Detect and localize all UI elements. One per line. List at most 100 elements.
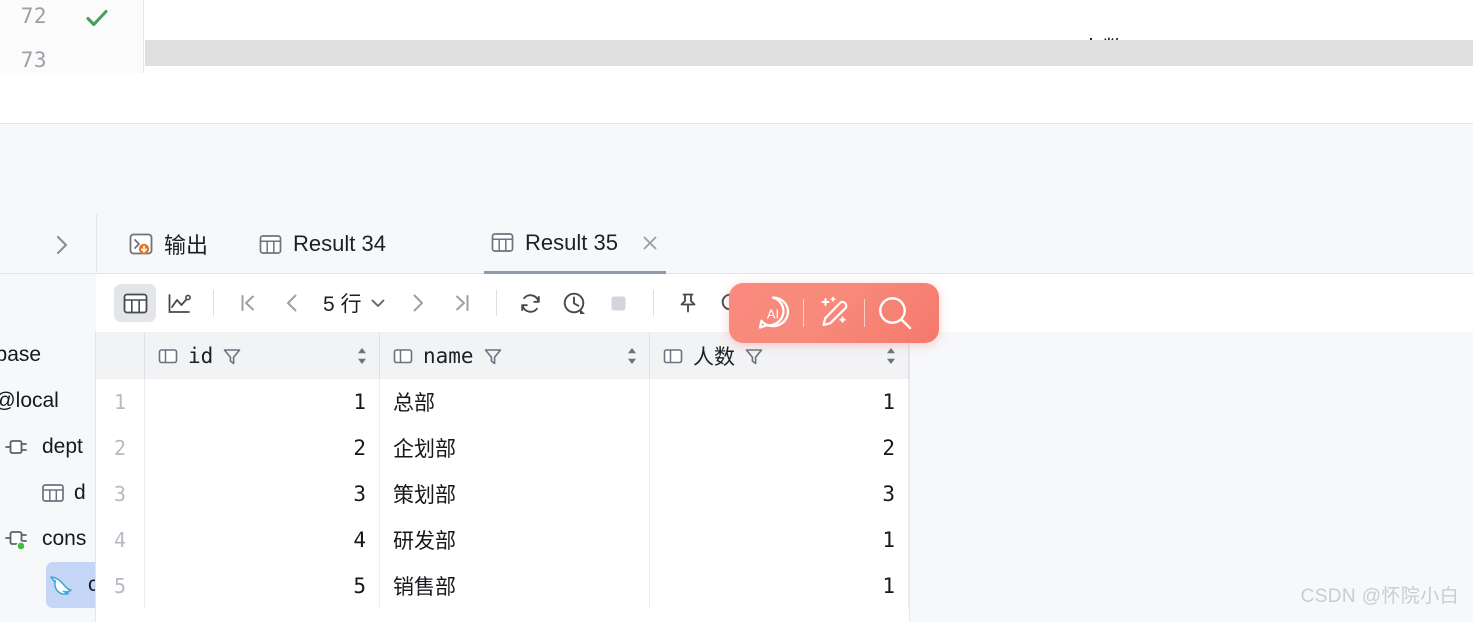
grid-view-icon[interactable] [114,284,156,322]
editor-code-area[interactable]: select * ,(select count(* )from emp wher… [145,0,1473,73]
watermark: CSDN @怀院小白 [1300,586,1459,607]
cell-name[interactable]: 销售部 [380,563,650,609]
line-number: 73 [20,48,47,72]
pin-icon[interactable] [667,284,709,322]
tree-item-label: co [88,573,95,597]
column-icon [392,345,414,367]
cell-headcount[interactable]: 1 [650,517,909,563]
cell-id[interactable]: 1 [145,379,380,425]
chevron-right-icon[interactable] [48,232,76,258]
table-row[interactable]: 5 5 销售部 1 [96,563,909,609]
cell-id[interactable]: 4 [145,517,380,563]
column-label: 人数 [693,344,735,369]
first-page-icon[interactable] [227,284,269,322]
tab-label: Result 34 [293,231,386,256]
row-number: 4 [96,517,145,563]
cell-name[interactable]: 研发部 [380,517,650,563]
tree-item-emp[interactable]: emp [4,608,95,622]
ai-assistant-pill: AI [729,283,939,343]
clock-history-icon[interactable] [554,284,596,322]
last-page-icon[interactable] [441,284,483,322]
cell-id[interactable]: 2 [145,425,380,471]
refresh-icon[interactable] [510,284,552,322]
toolbar-divider [213,290,214,316]
cell-name[interactable]: 策划部 [380,471,650,517]
column-icon [662,345,684,367]
tree-item-label: cons [42,527,87,550]
cell-name[interactable]: 企划部 [380,425,650,471]
sql-statement[interactable]: select * ,(select count(* )from emp wher… [145,2,1300,63]
cell-id[interactable]: 5 [145,563,380,609]
column-header-name[interactable]: name [380,332,650,379]
tree-item-label: ts@local [0,389,59,412]
mysql-dolphin-icon [46,572,80,598]
tab-output[interactable]: 输出 [122,214,214,274]
row-number: 5 [96,563,145,609]
column-icon [157,345,179,367]
toolbar-divider [495,290,497,316]
output-console-icon [128,231,154,257]
magic-pen-icon[interactable] [806,285,862,341]
row-count-selector[interactable]: 5 行 [315,288,395,318]
cell-headcount[interactable]: 1 [650,563,909,609]
cell-headcount[interactable]: 3 [650,471,909,517]
cell-id[interactable]: 3 [145,471,380,517]
svg-text:AI: AI [767,307,779,322]
current-line-highlight [145,40,1473,66]
sort-arrows-icon[interactable] [884,345,898,367]
table-grid-icon [258,232,283,257]
tree-item-label: dept [42,435,83,458]
tree-item-console-selected[interactable]: co [46,562,95,608]
toolbar-divider [652,290,654,316]
tabbar-divider [96,214,97,274]
datagrip-window: 72 73 select * ,(select count(* )from em… [0,0,1473,622]
tab-result-34[interactable]: Result 34 [252,214,392,274]
column-header-id[interactable]: id [145,332,380,379]
row-number: 3 [96,471,145,517]
tab-result-35[interactable]: Result 35 [484,214,666,274]
funnel-icon[interactable] [483,346,503,366]
tab-label: 输出 [164,233,209,258]
row-count-label: 5 行 [323,293,362,316]
tree-item-connection[interactable]: ts@local [0,378,95,424]
column-label: id [188,343,214,368]
tree-item-table[interactable]: d [40,470,95,516]
tab-label: Result 35 [525,229,618,255]
chart-view-icon[interactable] [158,284,200,322]
table-link-icon [4,526,34,552]
stop-square-icon[interactable] [598,284,640,322]
sort-arrows-icon[interactable] [625,345,639,367]
green-check-icon[interactable] [84,6,110,30]
result-grid: id name 人数 1 1 总部 1 2 2 企划部 2 3 3 策划部 3 … [96,332,910,622]
ai-chat-icon[interactable]: AI [745,285,801,341]
cell-headcount[interactable]: 1 [650,379,909,425]
table-row[interactable]: 3 3 策划部 3 [96,471,909,517]
table-link-icon [4,435,34,459]
results-panel: 输出 Result 34 Result 35 AI 5 行 id name 人数… [0,123,1473,622]
pill-divider [803,299,804,327]
tree-item-database[interactable]: tabase [0,332,95,378]
tree-item-label: d [74,481,86,504]
table-row[interactable]: 1 1 总部 1 [96,379,909,425]
prev-page-icon[interactable] [271,284,313,322]
database-tree-sidebar: tabase ts@local dept [0,332,96,622]
table-row[interactable]: 4 4 研发部 1 [96,517,909,563]
line-number: 72 [20,4,47,28]
cell-name[interactable]: 总部 [380,379,650,425]
chevron-down-icon [369,294,387,312]
results-tabbar: 输出 Result 34 Result 35 [0,214,1473,274]
cell-headcount[interactable]: 2 [650,425,909,471]
row-number: 2 [96,425,145,471]
editor-panel-gap [0,73,1473,123]
tree-item-console-group[interactable]: cons [4,516,95,562]
next-page-icon[interactable] [397,284,439,322]
funnel-icon[interactable] [222,346,242,366]
table-row[interactable]: 2 2 企划部 2 [96,425,909,471]
sort-arrows-icon[interactable] [355,345,369,367]
close-icon[interactable] [640,233,660,253]
search-icon[interactable] [867,285,923,341]
grid-corner-cell [96,332,145,379]
pill-divider [864,299,865,327]
funnel-icon[interactable] [744,346,764,366]
tree-item-dept[interactable]: dept [4,424,95,470]
